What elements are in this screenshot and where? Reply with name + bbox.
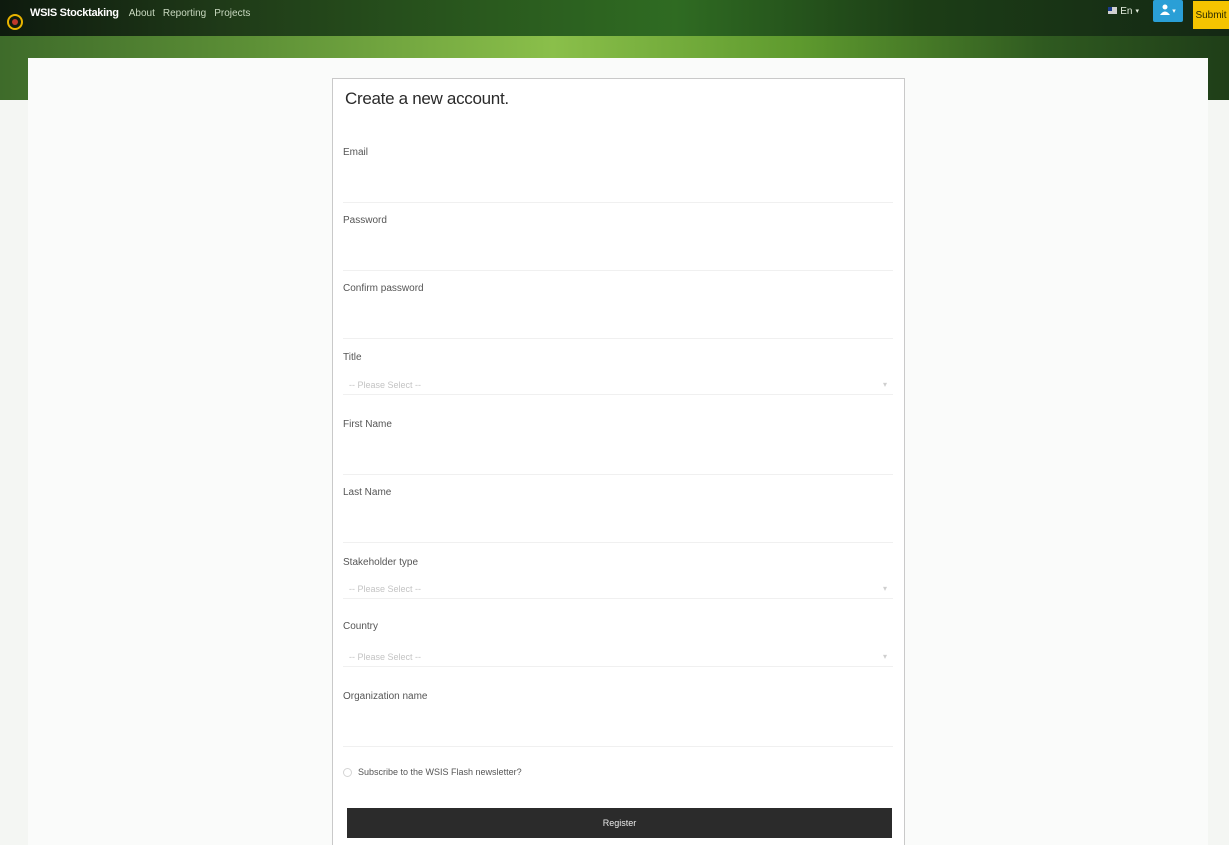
country-select[interactable]: -- Please Select -- ▾: [343, 647, 893, 667]
register-card: Create a new account. Email Password Con…: [332, 78, 905, 845]
first-name-field[interactable]: [343, 455, 893, 475]
email-field[interactable]: [343, 183, 893, 203]
newsletter-checkbox[interactable]: [343, 767, 352, 777]
newsletter-row: Subscribe to the WSIS Flash newsletter?: [343, 767, 522, 777]
user-icon: [1160, 2, 1171, 20]
register-button[interactable]: Register: [347, 808, 892, 838]
chevron-down-icon: ▾: [882, 652, 887, 661]
wsis-logo-icon[interactable]: [4, 11, 26, 33]
confirm-password-field[interactable]: [343, 319, 893, 339]
password-label: Password: [343, 215, 387, 226]
password-field[interactable]: [343, 251, 893, 271]
submit-button[interactable]: Submit: [1193, 1, 1229, 29]
chevron-down-icon: ▾: [1172, 8, 1176, 15]
newsletter-label: Subscribe to the WSIS Flash newsletter?: [358, 767, 522, 777]
stakeholder-type-select-value: -- Please Select --: [349, 583, 422, 594]
last-name-label: Last Name: [343, 487, 392, 498]
country-select-value: -- Please Select --: [349, 651, 422, 662]
organization-name-label: Organization name: [343, 691, 428, 702]
user-menu-button[interactable]: ▾: [1153, 0, 1183, 22]
email-label: Email: [343, 147, 369, 158]
nav-link-reporting[interactable]: Reporting: [163, 8, 206, 19]
last-name-field[interactable]: [343, 523, 893, 543]
brand-link[interactable]: WSIS Stocktaking: [30, 7, 119, 19]
language-dropdown[interactable]: En ▾: [1108, 6, 1139, 17]
flag-icon: [1108, 6, 1118, 17]
chevron-down-icon: ▾: [882, 584, 887, 593]
language-label: En: [1120, 5, 1133, 17]
nav-link-projects[interactable]: Projects: [214, 8, 250, 19]
chevron-down-icon: ▾: [1135, 8, 1139, 15]
nav-link-about[interactable]: About: [129, 8, 155, 19]
country-label: Country: [343, 621, 379, 632]
organization-name-field[interactable]: [343, 727, 893, 747]
stakeholder-type-select[interactable]: -- Please Select -- ▾: [343, 579, 893, 599]
stakeholder-type-label: Stakeholder type: [343, 557, 419, 568]
title-select[interactable]: -- Please Select -- ▾: [343, 375, 893, 395]
confirm-password-label: Confirm password: [343, 283, 424, 294]
title-select-value: -- Please Select --: [349, 379, 422, 390]
title-label: Title: [343, 352, 362, 363]
chevron-down-icon: ▾: [882, 380, 887, 389]
first-name-label: First Name: [343, 419, 392, 430]
page-title: Create a new account.: [345, 89, 509, 108]
navbar-right: En ▾ ▾ Submit: [1108, 0, 1229, 36]
